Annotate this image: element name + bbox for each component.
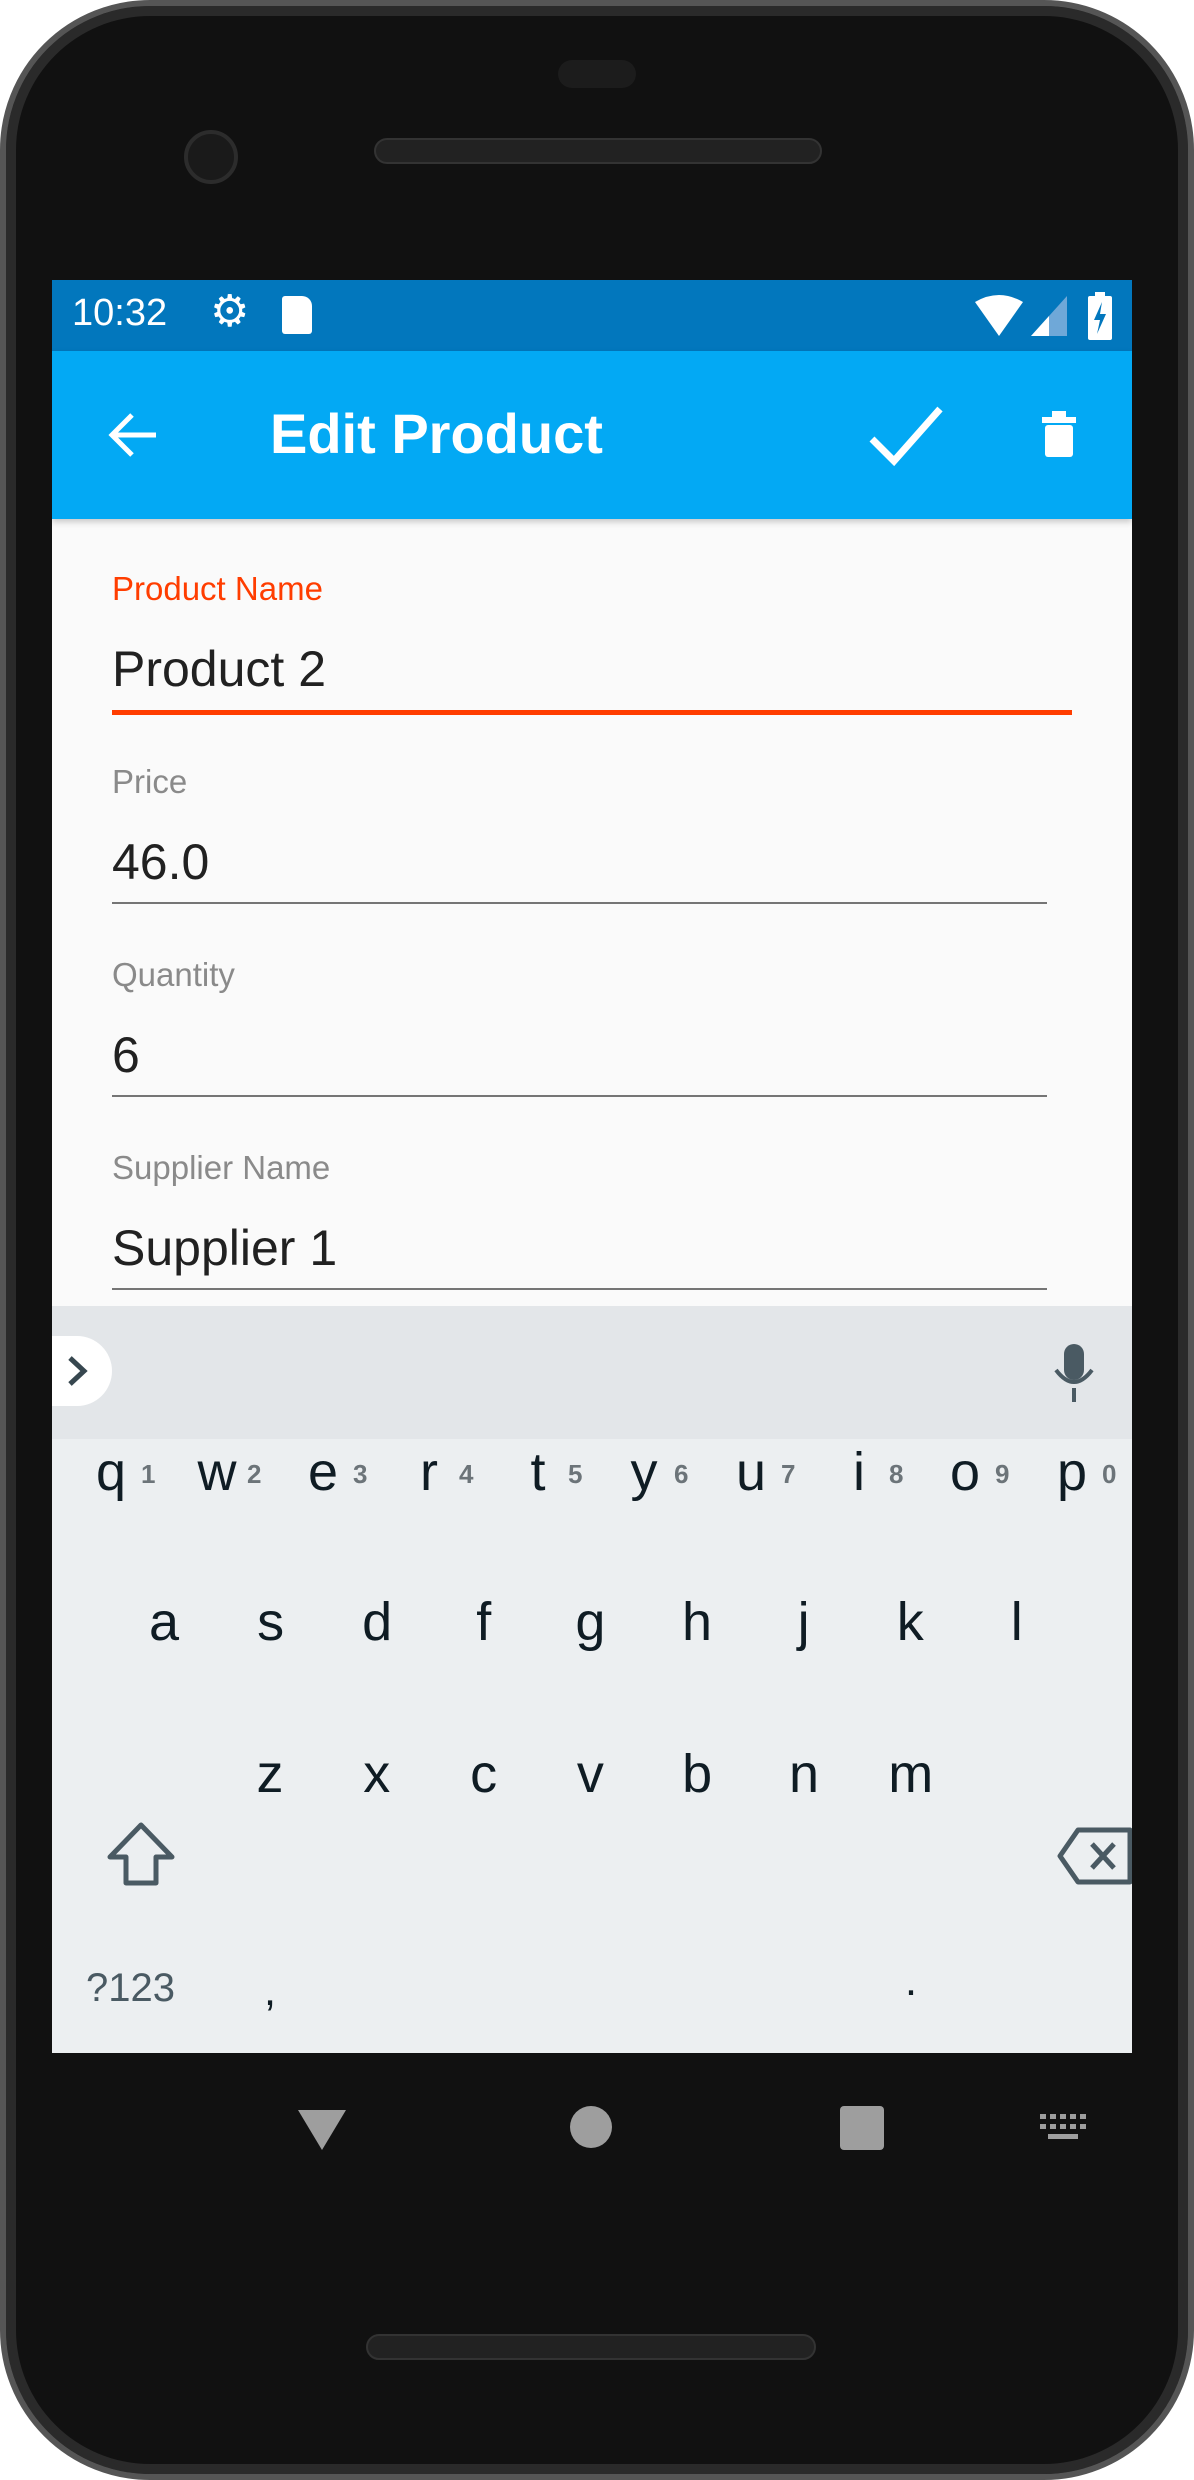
home-nav-icon[interactable] — [570, 2106, 612, 2148]
front-camera — [184, 130, 238, 184]
keyboard-switch-icon[interactable] — [1040, 2114, 1088, 2142]
supplier-name-input[interactable]: Supplier 1 — [112, 1219, 337, 1277]
key-f[interactable]: f — [434, 1591, 534, 1653]
quantity-input[interactable]: 6 — [112, 1026, 140, 1084]
trash-icon[interactable] — [1042, 411, 1076, 457]
symbols-key[interactable]: ?123 — [86, 1966, 175, 2011]
key-hint: 9 — [995, 1459, 1010, 1489]
key-z[interactable]: z — [220, 1743, 320, 1805]
key-hint: 2 — [247, 1459, 262, 1489]
key-n[interactable]: n — [754, 1743, 854, 1805]
field-underline — [112, 1288, 1047, 1290]
key-g[interactable]: g — [540, 1591, 640, 1653]
earpiece-speaker — [374, 138, 822, 164]
key-c[interactable]: c — [434, 1743, 534, 1805]
chevron-right-icon — [68, 1356, 88, 1386]
bottom-speaker — [366, 2334, 816, 2360]
key-hint: 5 — [568, 1459, 583, 1489]
key-hint: 0 — [1102, 1459, 1117, 1489]
sd-card-icon — [282, 296, 312, 334]
price-input[interactable]: 46.0 — [112, 833, 209, 891]
backspace-icon[interactable] — [1056, 1826, 1132, 1886]
field-underline — [112, 1095, 1047, 1097]
key-hint: 4 — [459, 1459, 474, 1489]
key-hint: 1 — [141, 1459, 156, 1489]
period-key[interactable]: . — [861, 1956, 961, 2006]
key-hint: 3 — [353, 1459, 368, 1489]
recents-nav-icon[interactable] — [840, 2106, 884, 2150]
field-label: Quantity — [112, 956, 235, 993]
expand-toolbar-button[interactable] — [52, 1336, 112, 1406]
key-s[interactable]: s — [221, 1591, 321, 1653]
microphone-icon[interactable] — [1052, 1344, 1096, 1404]
screen: 10:32 ⚙ Edit Product Product Name Produc… — [52, 280, 1132, 2053]
key-h[interactable]: h — [647, 1591, 747, 1653]
product-name-input[interactable]: Product 2 — [112, 640, 326, 698]
field-label: Supplier Name — [112, 1149, 331, 1186]
sensor — [558, 60, 636, 88]
keyboard: q1w2e3r4t5y6u7i8o9p0asdfghjklzxcvbnm ?12… — [52, 1306, 1132, 2053]
comma-key[interactable]: , — [220, 1966, 320, 2016]
field-underline — [112, 902, 1047, 904]
page-title: Edit Product — [270, 402, 603, 465]
wifi-icon — [975, 295, 1023, 336]
app-bar: Edit Product — [52, 351, 1132, 519]
key-l[interactable]: l — [967, 1591, 1067, 1653]
status-bar: 10:32 ⚙ — [52, 280, 1132, 351]
key-b[interactable]: b — [647, 1743, 747, 1805]
status-time: 10:32 — [72, 292, 168, 334]
key-hint: 7 — [781, 1459, 796, 1489]
key-v[interactable]: v — [540, 1743, 640, 1805]
key-m[interactable]: m — [861, 1743, 961, 1805]
key-d[interactable]: d — [327, 1591, 427, 1653]
key-hint: 8 — [889, 1459, 904, 1489]
check-icon[interactable] — [868, 403, 944, 467]
gear-icon: ⚙ — [210, 287, 250, 336]
battery-charging-icon — [1088, 292, 1112, 340]
signal-icon — [1031, 296, 1067, 336]
shift-icon[interactable] — [106, 1821, 176, 1887]
key-a[interactable]: a — [114, 1591, 214, 1653]
key-hint: 6 — [674, 1459, 689, 1489]
key-k[interactable]: k — [860, 1591, 960, 1653]
key-j[interactable]: j — [754, 1591, 854, 1653]
back-nav-icon[interactable] — [296, 2108, 348, 2152]
field-label: Price — [112, 763, 188, 800]
suggestion-strip — [52, 1306, 1132, 1439]
field-underline-focused — [112, 710, 1072, 715]
arrow-left-icon[interactable] — [108, 409, 160, 461]
key-x[interactable]: x — [327, 1743, 427, 1805]
field-label: Product Name — [112, 570, 323, 607]
